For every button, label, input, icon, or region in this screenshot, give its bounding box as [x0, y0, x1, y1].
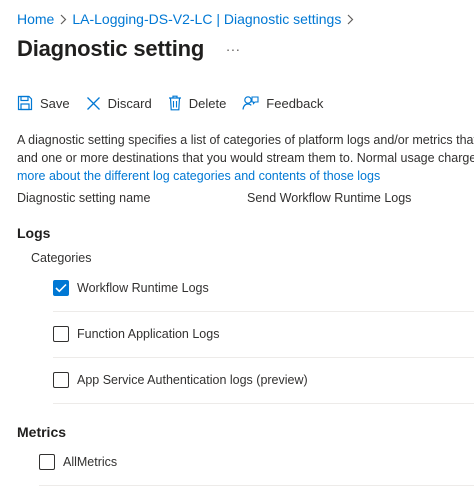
delete-button[interactable]: Delete: [168, 95, 227, 111]
checkbox-checked[interactable]: [53, 280, 69, 296]
breadcrumb-resource-link[interactable]: LA-Logging-DS-V2-LC | Diagnostic setting…: [72, 11, 341, 27]
delete-label: Delete: [188, 95, 227, 111]
command-bar: Save Discard Delete Feedback: [17, 92, 339, 114]
setting-name-value: Send Workflow Runtime Logs: [247, 191, 412, 205]
metric-all-metrics[interactable]: AllMetrics: [39, 439, 474, 486]
setting-name-row: Diagnostic setting name Send Workflow Ru…: [17, 191, 474, 209]
more-options-button[interactable]: ...: [226, 39, 241, 59]
trash-icon: [168, 95, 181, 111]
save-button[interactable]: Save: [17, 95, 70, 111]
logs-section-title: Logs: [17, 225, 51, 241]
save-label: Save: [40, 95, 70, 111]
checkbox-unchecked[interactable]: [39, 454, 55, 470]
log-category-workflow-runtime[interactable]: Workflow Runtime Logs: [53, 265, 474, 312]
categories-label: Categories: [31, 251, 92, 265]
checkbox-unchecked[interactable]: [53, 372, 69, 388]
log-category-label: Function Application Logs: [77, 327, 220, 341]
description-text: A diagnostic setting specifies a list of…: [17, 131, 474, 185]
metric-label: AllMetrics: [63, 455, 118, 469]
discard-label: Discard: [107, 95, 152, 111]
description-line-2: and one or more destinations that you wo…: [17, 151, 474, 165]
feedback-label: Feedback: [266, 95, 324, 111]
log-category-label: Workflow Runtime Logs: [77, 281, 209, 295]
diagnostic-setting-page: Home LA-Logging-DS-V2-LC | Diagnostic se…: [0, 0, 474, 495]
log-categories-link[interactable]: more about the different log categories …: [17, 169, 380, 183]
log-category-app-service-auth[interactable]: App Service Authentication logs (preview…: [53, 357, 474, 404]
discard-button[interactable]: Discard: [86, 96, 152, 111]
checkmark-icon: [55, 283, 67, 293]
title-row: Diagnostic setting ...: [17, 33, 241, 65]
chevron-right-icon: [54, 14, 72, 25]
feedback-icon: [242, 96, 259, 110]
setting-name-label: Diagnostic setting name: [17, 191, 151, 205]
breadcrumb-home-link[interactable]: Home: [17, 11, 54, 27]
save-icon: [17, 95, 33, 111]
metrics-section-title: Metrics: [17, 424, 67, 440]
description-line-1: A diagnostic setting specifies a list of…: [17, 133, 474, 147]
breadcrumb: Home LA-Logging-DS-V2-LC | Diagnostic se…: [17, 10, 359, 28]
log-category-function-application[interactable]: Function Application Logs: [53, 311, 474, 358]
close-icon: [86, 96, 100, 110]
chevron-right-icon: [341, 14, 359, 25]
log-category-label: App Service Authentication logs (preview…: [77, 373, 308, 387]
feedback-button[interactable]: Feedback: [242, 95, 323, 111]
checkbox-unchecked[interactable]: [53, 326, 69, 342]
page-title: Diagnostic setting: [17, 36, 205, 61]
